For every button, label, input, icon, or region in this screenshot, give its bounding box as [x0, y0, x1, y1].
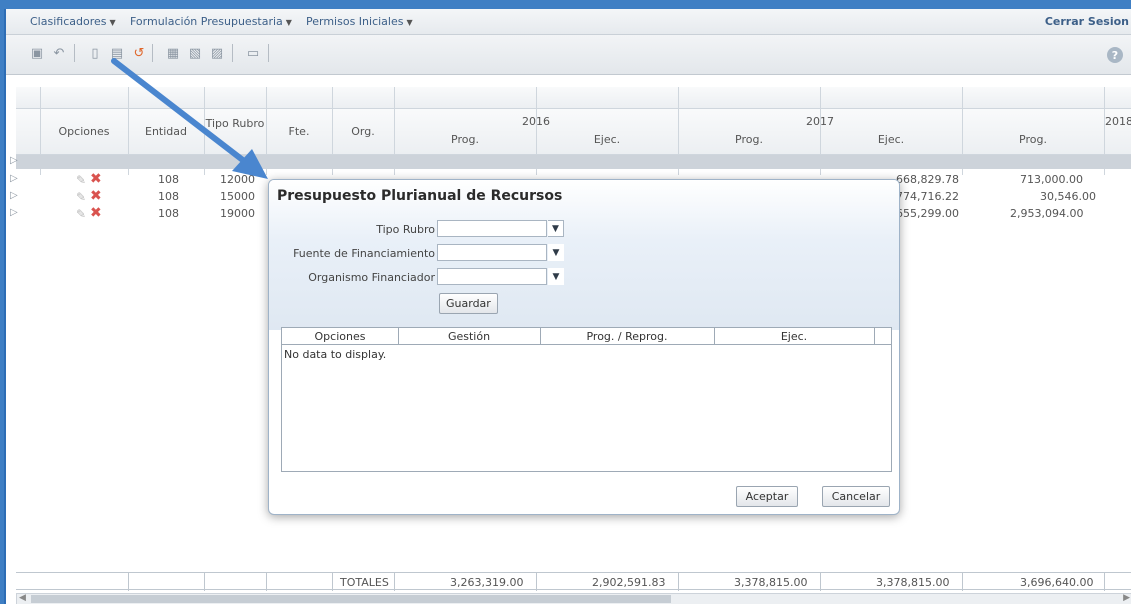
scroll-right-icon[interactable]: ▶ — [1123, 593, 1130, 603]
totals-label: TOTALES — [340, 576, 389, 589]
totals-row: TOTALES 3,263,319.00 2,902,591.83 3,378,… — [16, 572, 1131, 591]
edit-icon[interactable]: ✎ — [76, 207, 86, 221]
header-prog-2016[interactable]: Prog. — [394, 133, 536, 146]
tipo-rubro-label: Tipo Rubro — [376, 223, 435, 236]
empty-message: No data to display. — [284, 348, 387, 361]
column-header[interactable]: Prog. / Reprog. — [540, 330, 714, 343]
dialog-title: Presupuesto Plurianual de Recursos — [277, 188, 563, 204]
header-ejec-2017[interactable]: Ejec. — [820, 133, 962, 146]
cell-prog-2018: 2,953,094.00 — [1010, 207, 1084, 220]
header-year-2016: 2016 — [522, 115, 550, 128]
accept-button[interactable]: Aceptar — [736, 486, 798, 507]
save-button[interactable]: Guardar — [439, 293, 498, 314]
total-prog-2018: 3,696,640.00 — [1020, 576, 1094, 589]
chevron-down-icon[interactable]: ▼ — [548, 268, 564, 285]
cell-ejec-2017: 655,299.00 — [896, 207, 959, 220]
gestion-table: Opciones Gestión Prog. / Reprog. Ejec. N… — [281, 327, 892, 472]
cancel-button[interactable]: Cancelar — [822, 486, 890, 507]
menu-label: Permisos Iniciales — [306, 15, 404, 28]
table-header: Opciones Gestión Prog. / Reprog. Ejec. — [282, 328, 891, 345]
column-header[interactable]: Ejec. — [714, 330, 874, 343]
cell-prog-2018: 713,000.00 — [1020, 173, 1083, 186]
menu-permisos[interactable]: Permisos Iniciales ▼ — [306, 15, 413, 28]
header-org[interactable]: Org. — [332, 125, 394, 138]
cell-ejec-2017: 774,716.22 — [896, 190, 959, 203]
scroll-left-icon[interactable]: ◀ — [19, 593, 26, 603]
header-year-2018: 2018 — [1105, 115, 1131, 128]
caret-down-icon: ▼ — [406, 18, 413, 27]
organismo-label: Organismo Financiador — [308, 271, 435, 284]
total-prog-2017: 3,378,815.00 — [734, 576, 808, 589]
total-ejec-2016: 2,902,591.83 — [592, 576, 666, 589]
header-prog-2017[interactable]: Prog. — [678, 133, 820, 146]
app-window: Clasificadores ▼ Formulación Presupuestar… — [4, 9, 1131, 604]
horizontal-scrollbar[interactable]: ◀ ▶ — [16, 593, 1131, 604]
total-prog-2016: 3,263,319.00 — [450, 576, 524, 589]
annotation-arrow-icon — [111, 58, 268, 179]
tipo-rubro-field[interactable] — [437, 220, 547, 237]
cell-prog-2018: 30,546.00 — [1040, 190, 1096, 203]
fuente-label: Fuente de Financiamiento — [293, 247, 435, 260]
header-prog-2018[interactable]: Prog. — [962, 133, 1104, 146]
cell-ejec-2017: 668,829.78 — [896, 173, 959, 186]
chevron-down-icon[interactable]: ▼ — [548, 244, 564, 261]
header-ejec-2016[interactable]: Ejec. — [536, 133, 678, 146]
logout-link[interactable]: Cerrar Sesion — [1045, 15, 1129, 28]
fuente-field[interactable] — [437, 244, 547, 261]
scrollbar-thumb[interactable] — [31, 595, 671, 603]
recursos-dialog: Presupuesto Plurianual de Recursos Tipo … — [268, 179, 900, 515]
total-ejec-2017: 3,378,815.00 — [876, 576, 950, 589]
help-icon[interactable]: ? — [1107, 47, 1123, 63]
header-year-2017: 2017 — [806, 115, 834, 128]
column-header[interactable]: Opciones — [282, 330, 398, 343]
organismo-field[interactable] — [437, 268, 547, 285]
column-header[interactable]: Gestión — [398, 330, 540, 343]
chevron-down-icon[interactable]: ▼ — [548, 220, 564, 237]
